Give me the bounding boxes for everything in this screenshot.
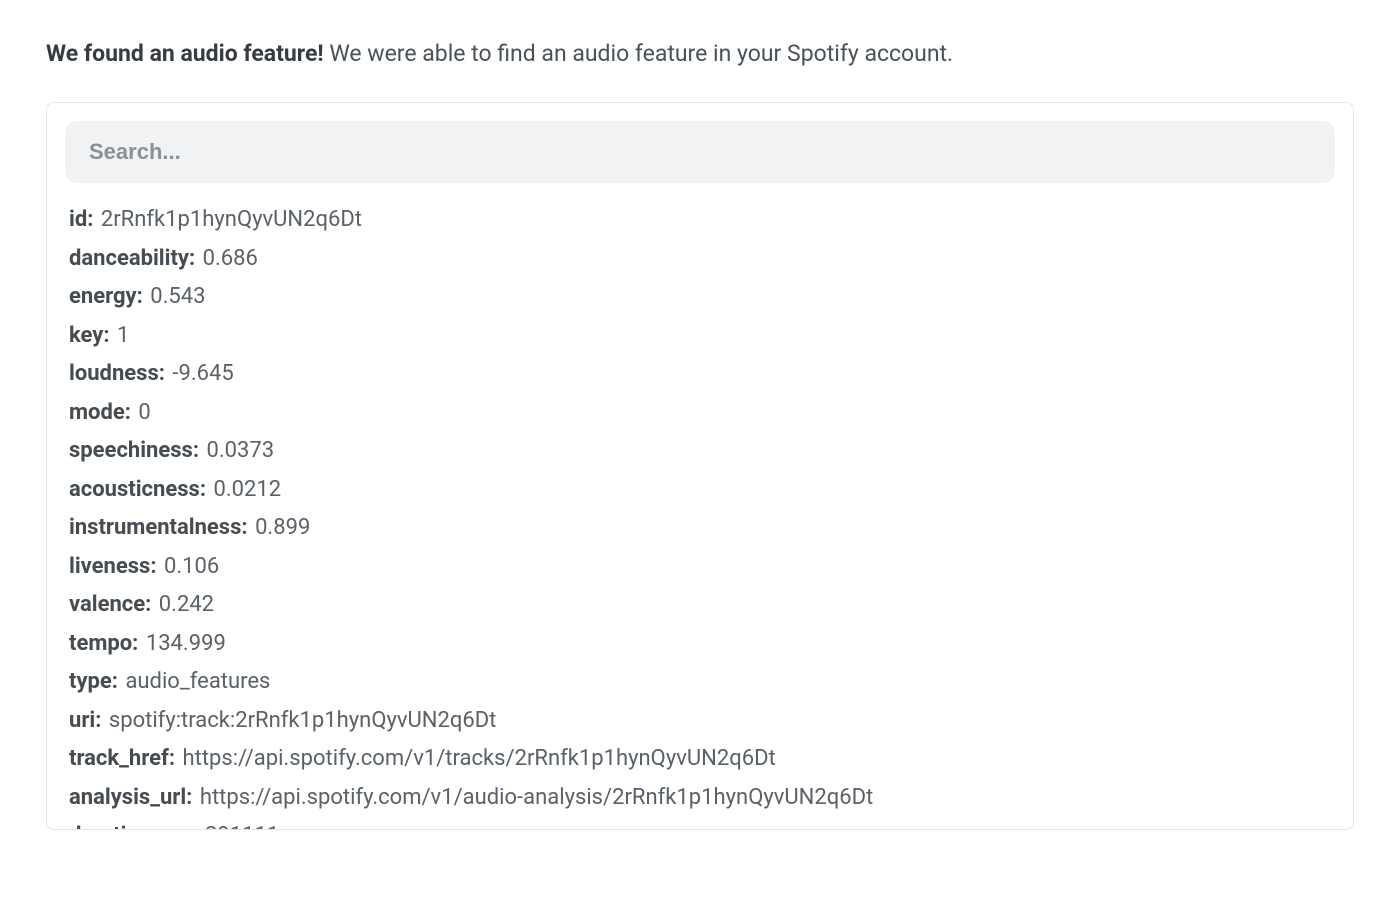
- feature-row: danceability: 0.686: [69, 240, 1331, 279]
- feature-row: key: 1: [69, 317, 1331, 356]
- feature-row: type: audio_features: [69, 663, 1331, 702]
- feature-row: speechiness: 0.0373: [69, 432, 1331, 471]
- feature-value: https://api.spotify.com/v1/audio-analysi…: [194, 785, 873, 810]
- feature-value: 0.0212: [208, 477, 281, 502]
- feature-value: 0: [133, 400, 151, 425]
- feature-value: 0.242: [153, 592, 214, 617]
- page-header-message: We found an audio feature! We were able …: [46, 38, 1354, 70]
- feature-key: instrumentalness:: [69, 515, 248, 540]
- feature-key: danceability:: [69, 246, 195, 271]
- feature-row: id: 2rRnfk1p1hynQyvUN2q6Dt: [69, 201, 1331, 240]
- feature-row: track_href: https://api.spotify.com/v1/t…: [69, 740, 1331, 779]
- feature-value: 2rRnfk1p1hynQyvUN2q6Dt: [95, 207, 362, 232]
- feature-row: instrumentalness: 0.899: [69, 509, 1331, 548]
- feature-value: 1: [112, 323, 130, 348]
- feature-value: 0.899: [250, 515, 311, 540]
- feature-key: liveness:: [69, 554, 157, 579]
- feature-key: loudness:: [69, 361, 165, 386]
- feature-key: tempo:: [69, 631, 138, 656]
- feature-row: liveness: 0.106: [69, 548, 1331, 587]
- feature-key: duration_ms:: [69, 823, 198, 830]
- feature-value: 0.0373: [201, 438, 274, 463]
- audio-feature-card: id: 2rRnfk1p1hynQyvUN2q6Dtdanceability: …: [46, 102, 1354, 830]
- feature-row: mode: 0: [69, 394, 1331, 433]
- feature-key: key:: [69, 323, 110, 348]
- feature-value: 134.999: [140, 631, 225, 656]
- feature-row: analysis_url: https://api.spotify.com/v1…: [69, 779, 1331, 818]
- feature-key: uri:: [69, 708, 101, 733]
- search-input[interactable]: [65, 121, 1335, 183]
- feature-value: 291111: [200, 823, 280, 830]
- feature-key: mode:: [69, 400, 131, 425]
- feature-value: spotify:track:2rRnfk1p1hynQyvUN2q6Dt: [103, 708, 496, 733]
- feature-value: 0.686: [197, 246, 258, 271]
- feature-key: valence:: [69, 592, 151, 617]
- feature-key: type:: [69, 669, 118, 694]
- feature-row: energy: 0.543: [69, 278, 1331, 317]
- header-bold-text: We found an audio feature!: [46, 40, 324, 67]
- feature-value: -9.645: [167, 361, 234, 386]
- feature-row: uri: spotify:track:2rRnfk1p1hynQyvUN2q6D…: [69, 702, 1331, 741]
- feature-key: id:: [69, 207, 93, 232]
- feature-key: acousticness:: [69, 477, 206, 502]
- feature-row: tempo: 134.999: [69, 625, 1331, 664]
- feature-list: id: 2rRnfk1p1hynQyvUN2q6Dtdanceability: …: [65, 201, 1335, 830]
- feature-value: 0.543: [145, 284, 206, 309]
- feature-value: audio_features: [120, 669, 270, 694]
- feature-row: duration_ms: 291111: [69, 817, 1331, 830]
- feature-row: loudness: -9.645: [69, 355, 1331, 394]
- feature-value: https://api.spotify.com/v1/tracks/2rRnfk…: [177, 746, 776, 771]
- feature-key: track_href:: [69, 746, 175, 771]
- header-regular-text: We were able to find an audio feature in…: [329, 40, 953, 67]
- feature-key: speechiness:: [69, 438, 199, 463]
- feature-value: 0.106: [159, 554, 220, 579]
- feature-row: valence: 0.242: [69, 586, 1331, 625]
- feature-key: analysis_url:: [69, 785, 192, 810]
- feature-key: energy:: [69, 284, 143, 309]
- feature-row: acousticness: 0.0212: [69, 471, 1331, 510]
